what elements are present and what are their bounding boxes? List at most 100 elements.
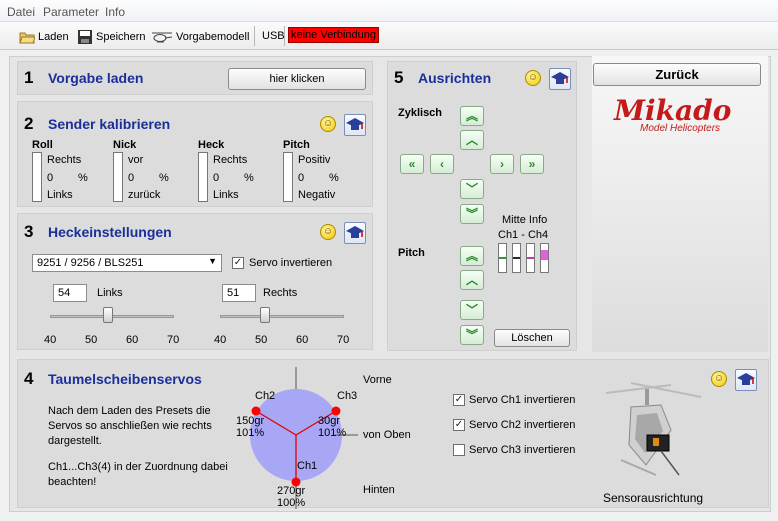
section-3-number: 3 <box>24 222 34 241</box>
left-tick-60: 60 <box>126 334 139 346</box>
ch1-center-indicator <box>498 243 507 273</box>
section-2-title: Sender kalibrieren <box>48 116 171 132</box>
mikado-logo: Mikado Model Helicopters <box>612 94 742 136</box>
nick-unit: % <box>159 172 169 184</box>
left-tick-50: 50 <box>85 334 98 346</box>
pitch-down-fast-button[interactable]: ︾ <box>460 325 484 345</box>
logo-subtitle: Model Helicopters <box>640 123 721 134</box>
cyclic-up-fast-button[interactable]: ︽ <box>460 106 484 126</box>
menu-datei[interactable]: Datei <box>7 5 35 19</box>
pitch-top: Positiv <box>298 154 331 166</box>
ch1-degree: 270gr <box>277 485 306 497</box>
section-1-panel: 1 Vorgabe laden hier klicken <box>17 61 373 95</box>
heck-value: 0 <box>213 172 220 184</box>
ch1-label: Ch1 <box>297 460 318 472</box>
menu-parameter[interactable]: Parameter <box>43 5 99 19</box>
rear-label: Hinten <box>363 484 395 496</box>
default-model-label: Vorgabemodell <box>176 31 250 43</box>
roll-value: 0 <box>47 172 54 184</box>
instruction-text-2: Ch1...Ch3(4) in der Zuordnung dabei beac… <box>48 461 228 488</box>
smiley-icon: ☺ <box>320 116 336 132</box>
roll-unit: % <box>78 172 88 184</box>
servo-type-value: 9251 / 9256 / BLS251 <box>37 257 144 269</box>
pitch-down-button[interactable]: ﹀ <box>460 300 484 320</box>
cyclic-left-button[interactable]: ‹ <box>430 154 454 174</box>
ch2-degree: 150gr <box>236 415 265 427</box>
heck-bottom: Links <box>213 189 239 201</box>
load-button[interactable]: Laden <box>19 27 69 47</box>
helicopter-sensor-image <box>605 382 702 476</box>
servo-invert-label: Servo invertieren <box>249 257 333 269</box>
section-3-title: Heckeinstellungen <box>48 224 172 240</box>
clear-button[interactable]: Löschen <box>494 329 570 347</box>
floppy-disk-icon <box>77 30 93 44</box>
graduation-cap-icon[interactable] <box>549 68 571 90</box>
nick-indicator <box>113 152 123 202</box>
cyclic-right-button[interactable]: › <box>490 154 514 174</box>
front-label: Vorne <box>363 374 392 386</box>
smiley-icon: ☺ <box>320 224 336 240</box>
section-5-panel: 5 Ausrichten ☺ Zyklisch ︽ ︿ « ‹ › » ﹀ ︾ … <box>387 61 577 351</box>
nick-label: Nick <box>113 139 137 151</box>
right-tick-60: 60 <box>296 334 309 346</box>
invert-ch1-checkbox[interactable]: ✓ <box>453 394 465 406</box>
left-slider-thumb[interactable] <box>102 307 113 323</box>
right-value-field[interactable]: 51 <box>222 284 256 302</box>
nick-bottom: zurück <box>128 189 161 201</box>
cyclic-down-fast-button[interactable]: ︾ <box>460 204 484 224</box>
right-slider[interactable] <box>220 315 344 318</box>
pitch-up-button[interactable]: ︿ <box>460 270 484 290</box>
servo-type-select[interactable]: 9251 / 9256 / BLS251 ▼ <box>32 254 222 272</box>
ch1-percent: 100% <box>277 497 306 507</box>
ch3-center-indicator <box>526 243 535 273</box>
smiley-icon: ☺ <box>525 70 541 86</box>
invert-ch2-checkbox[interactable]: ✓ <box>453 419 465 431</box>
pitch-unit: % <box>329 172 339 184</box>
section-1-title: Vorgabe laden <box>48 70 144 86</box>
usb-label: USB <box>262 30 285 42</box>
graduation-cap-icon[interactable] <box>735 369 757 391</box>
pitch-up-fast-button[interactable]: ︽ <box>460 246 484 266</box>
pitch-label: Pitch <box>283 139 310 151</box>
graduation-cap-icon[interactable] <box>344 114 366 136</box>
save-button[interactable]: Speichern <box>77 27 146 47</box>
ch3-percent: 101% <box>318 427 347 439</box>
toolbar: Laden Speichern Vorgabemodell USB keine … <box>0 22 778 50</box>
center-info-label: Mitte Info <box>502 214 548 226</box>
section-4-title: Taumelscheibenservos <box>48 371 202 387</box>
servo-invert-checkbox[interactable]: ✓ <box>232 257 244 269</box>
folder-open-icon <box>19 30 36 44</box>
heck-label: Heck <box>198 139 225 151</box>
helicopter-icon <box>151 30 173 44</box>
right-tick-40: 40 <box>214 334 227 346</box>
back-button[interactable]: Zurück <box>593 63 761 86</box>
left-value-field[interactable]: 54 <box>53 284 87 302</box>
default-model-button[interactable]: Vorgabemodell <box>151 27 249 47</box>
toolbar-separator <box>284 26 285 46</box>
roll-label: Roll <box>32 139 53 151</box>
right-tick-50: 50 <box>255 334 268 346</box>
channel-range-label: Ch1 - Ch4 <box>498 229 549 241</box>
cyclic-label: Zyklisch <box>398 107 443 119</box>
graduation-cap-icon[interactable] <box>344 222 366 244</box>
section-5-title: Ausrichten <box>418 70 492 86</box>
right-slider-thumb[interactable] <box>260 307 271 323</box>
ch3-label: Ch3 <box>337 390 358 402</box>
menu-info[interactable]: Info <box>105 5 125 19</box>
left-label: Links <box>97 287 123 299</box>
cyclic-right-fast-button[interactable]: » <box>520 154 544 174</box>
pitch-value: 0 <box>298 172 305 184</box>
roll-bottom: Links <box>47 189 73 201</box>
ch3-degree: 30gr <box>318 415 341 427</box>
roll-indicator <box>32 152 42 202</box>
heck-unit: % <box>244 172 254 184</box>
left-tick-70: 70 <box>167 334 180 346</box>
cyclic-left-fast-button[interactable]: « <box>400 154 424 174</box>
load-preset-button[interactable]: hier klicken <box>228 68 366 90</box>
invert-ch3-checkbox[interactable] <box>453 444 465 456</box>
cyclic-down-button[interactable]: ﹀ <box>460 179 484 199</box>
cyclic-up-button[interactable]: ︿ <box>460 130 484 150</box>
ch4-center-indicator <box>540 243 549 273</box>
invert-ch3-label: Servo Ch3 invertieren <box>469 444 576 456</box>
connection-status: keine Verbindung <box>288 27 380 43</box>
